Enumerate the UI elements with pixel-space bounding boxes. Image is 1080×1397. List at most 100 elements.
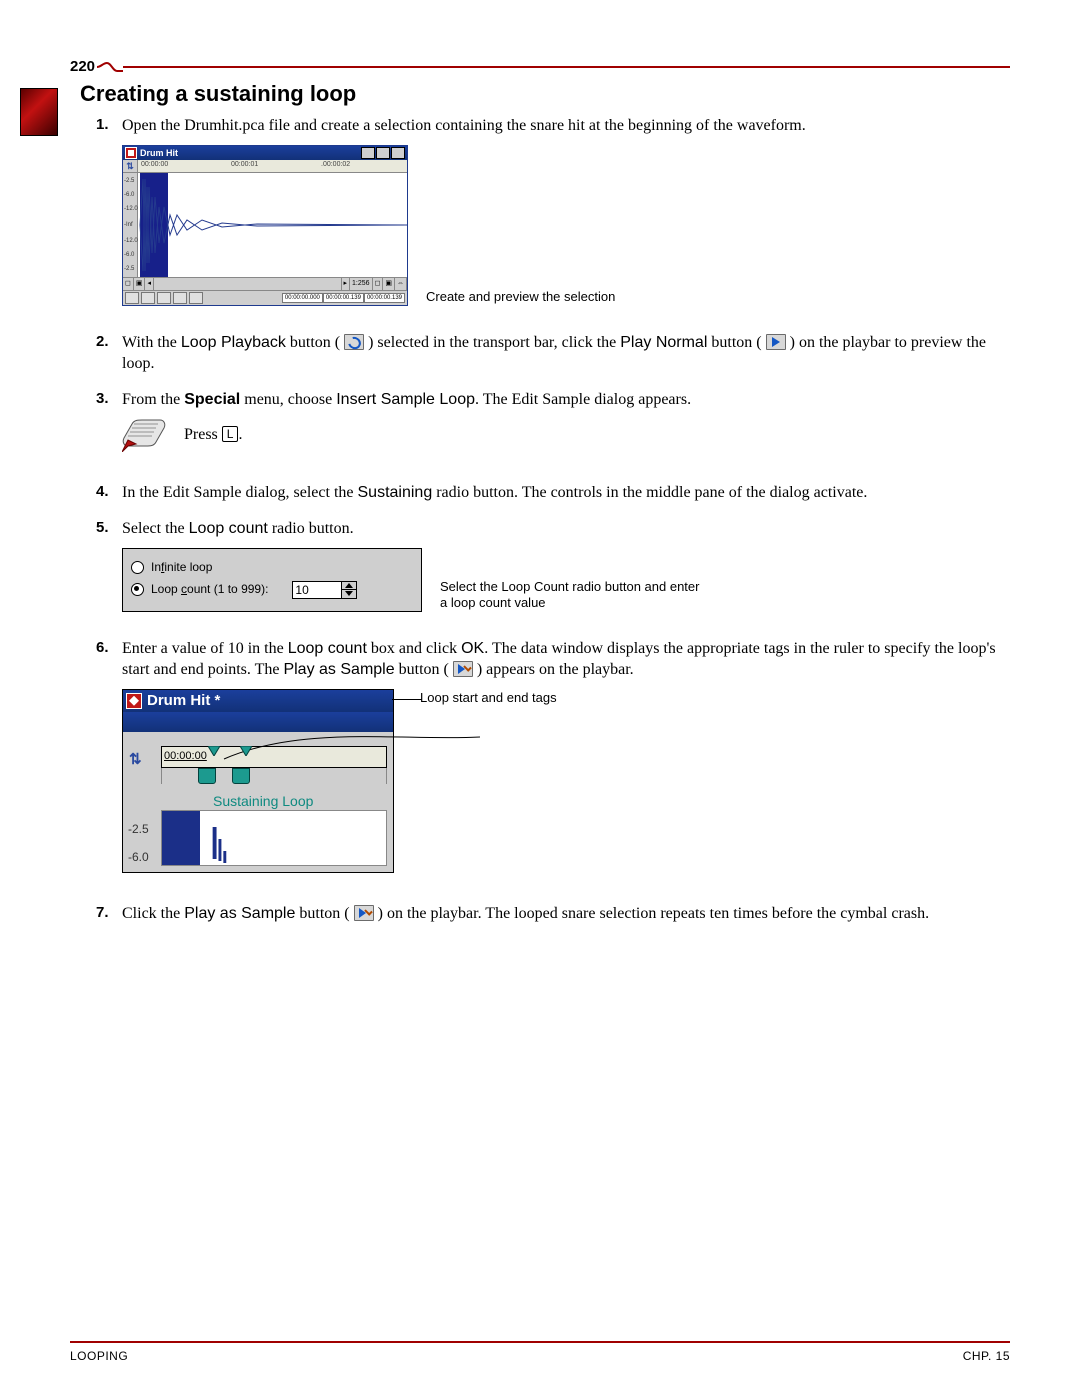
ui-label: Loop count bbox=[288, 640, 367, 657]
text: . bbox=[238, 426, 242, 443]
y-tick: -2.5 bbox=[124, 177, 134, 185]
channel-indicator-icon: ⇅ bbox=[129, 750, 142, 770]
text: . The Edit Sample dialog appears. bbox=[475, 391, 691, 408]
sustaining-loop-label: Sustaining Loop bbox=[213, 792, 313, 811]
ruler-tick: 00:00:00 bbox=[141, 160, 168, 169]
footer-right: CHP. 15 bbox=[963, 1349, 1010, 1363]
step-1: 1. Open the Drumhit.pca file and create … bbox=[100, 115, 1010, 332]
text: Select the bbox=[122, 520, 185, 537]
infinite-loop-row: Infinite loop bbox=[131, 557, 411, 579]
loop-play-icon[interactable] bbox=[189, 292, 203, 304]
waveform-area[interactable]: -2.5 -6.0 -12.0 -Inf -12.0 -6.0 -2.5 bbox=[123, 173, 407, 277]
play-as-sample-icon[interactable] bbox=[354, 905, 374, 921]
ui-label: Play as Sample bbox=[184, 905, 295, 922]
ui-label: Sustaining bbox=[358, 484, 433, 501]
go-start-icon[interactable] bbox=[125, 292, 139, 304]
spinner-up-icon[interactable] bbox=[342, 582, 356, 591]
play-icon[interactable] bbox=[173, 292, 187, 304]
close-icon[interactable] bbox=[391, 147, 405, 159]
text: With the bbox=[122, 334, 177, 351]
zoom-out-icon[interactable]: ◻ bbox=[123, 278, 134, 290]
zoom-ratio: 1:256 bbox=[350, 278, 373, 290]
text: In the Edit Sample dialog, select the bbox=[122, 484, 354, 501]
loop-playback-icon[interactable] bbox=[344, 334, 364, 350]
ruler-tick: 00:00:01 bbox=[231, 160, 258, 169]
step-number: 2. bbox=[96, 332, 109, 352]
play-as-sample-icon[interactable] bbox=[453, 661, 473, 677]
data-window-detail: Drum Hit * ⇅ 00:00:00 bbox=[122, 689, 394, 873]
ruler-tick: .00:00:02 bbox=[321, 160, 350, 169]
section-heading: Creating a sustaining loop bbox=[80, 81, 1010, 107]
spinner-down-icon[interactable] bbox=[342, 590, 356, 598]
time-cell: 00:00:00.000 bbox=[282, 293, 323, 303]
figure-2-caption: Select the Loop Count radio button and e… bbox=[440, 579, 700, 612]
minimize-icon[interactable] bbox=[361, 147, 375, 159]
footer-left: LOOPING bbox=[70, 1349, 128, 1363]
text: Click the bbox=[122, 905, 180, 922]
play-normal-icon[interactable] bbox=[766, 334, 786, 350]
text: From the bbox=[122, 391, 180, 408]
time-ruler: ⇅ 00:00:00 00:00:01 .00:00:02 bbox=[123, 160, 407, 173]
time-cell: 00:00:00.139 bbox=[323, 293, 364, 303]
zoom-sel-icon[interactable]: ⇔ bbox=[395, 278, 407, 290]
loop-count-label: Loop count (1 to 999): bbox=[151, 581, 268, 597]
zoom-bar: ◻ ▣ ◂ ▸ 1:256 ◻ ▣ ⇔ bbox=[123, 277, 407, 290]
y-tick: -2.5 bbox=[124, 265, 134, 273]
app-icon bbox=[126, 693, 142, 709]
keyboard-shortcut-icon bbox=[122, 416, 166, 452]
y-tick: -12.0 bbox=[124, 205, 138, 213]
y-tick: -12.0 bbox=[124, 237, 138, 245]
text: Press bbox=[184, 426, 218, 443]
footer-rule bbox=[70, 1341, 1010, 1343]
step-2: 2. With the Loop Playback button ( ) sel… bbox=[100, 332, 1010, 389]
stop-icon[interactable] bbox=[157, 292, 171, 304]
step-6: 6. Enter a value of 10 in the Loop count… bbox=[100, 638, 1010, 903]
loop-start-marker-icon bbox=[208, 746, 220, 756]
go-end-icon[interactable] bbox=[141, 292, 155, 304]
page-number-tail-icon bbox=[97, 61, 123, 73]
step-number: 3. bbox=[96, 389, 109, 409]
text: menu, choose bbox=[244, 391, 332, 408]
ui-label: Play as Sample bbox=[283, 661, 394, 678]
y-tick: -6.0 bbox=[124, 191, 134, 199]
scroll-track[interactable] bbox=[154, 278, 342, 290]
step-number: 1. bbox=[96, 115, 109, 135]
text: button ( bbox=[290, 334, 340, 351]
amplitude-axis: -2.5 -6.0 -12.0 -Inf -12.0 -6.0 -2.5 bbox=[123, 173, 138, 277]
scroll-right-icon[interactable]: ▸ bbox=[342, 278, 351, 290]
loop-count-input[interactable] bbox=[292, 581, 342, 599]
text: radio button. The controls in the middle… bbox=[436, 484, 867, 501]
playbar: 00:00:00.000 00:00:00.139 00:00:00.139 bbox=[123, 290, 407, 305]
text: radio button. bbox=[272, 520, 354, 537]
loop-end-tag[interactable] bbox=[232, 768, 250, 784]
ui-label: OK bbox=[461, 640, 484, 657]
loop-count-panel: Infinite loop Loop count (1 to 999): bbox=[122, 548, 422, 612]
step-7: 7. Click the Play as Sample button ( ) o… bbox=[100, 903, 1010, 939]
zoom-in-icon[interactable]: ▣ bbox=[134, 278, 146, 290]
ui-label: Loop Playback bbox=[181, 334, 286, 351]
chapter-side-tab bbox=[20, 88, 58, 136]
window-title: Drum Hit * bbox=[147, 691, 220, 711]
text: ) appears on the playbar. bbox=[477, 661, 634, 678]
y-tick: -6.0 bbox=[128, 849, 149, 865]
waveform-icon bbox=[137, 173, 407, 277]
text: button ( bbox=[399, 661, 449, 678]
toolbar-strip bbox=[123, 712, 393, 732]
zoom-fit-icon[interactable]: ▣ bbox=[383, 278, 395, 290]
loop-start-tag[interactable] bbox=[198, 768, 216, 784]
step-number: 5. bbox=[96, 518, 109, 538]
step-5: 5. Select the Loop count radio button. I… bbox=[100, 518, 1010, 638]
header-rule bbox=[123, 66, 1010, 68]
waveform-track[interactable]: -2.5 -6.0 bbox=[161, 810, 387, 866]
step-number: 7. bbox=[96, 903, 109, 923]
infinite-loop-radio[interactable] bbox=[131, 561, 144, 574]
scroll-left-icon[interactable]: ◂ bbox=[145, 278, 154, 290]
ui-label: Loop count bbox=[189, 520, 268, 537]
zoom-out2-icon[interactable]: ◻ bbox=[373, 278, 384, 290]
loop-count-radio[interactable] bbox=[131, 583, 144, 596]
text: button ( bbox=[299, 905, 349, 922]
step-number: 4. bbox=[96, 482, 109, 502]
maximize-icon[interactable] bbox=[376, 147, 390, 159]
figure-1-caption: Create and preview the selection bbox=[426, 289, 615, 305]
text: Enter a value of 10 in the bbox=[122, 640, 284, 657]
